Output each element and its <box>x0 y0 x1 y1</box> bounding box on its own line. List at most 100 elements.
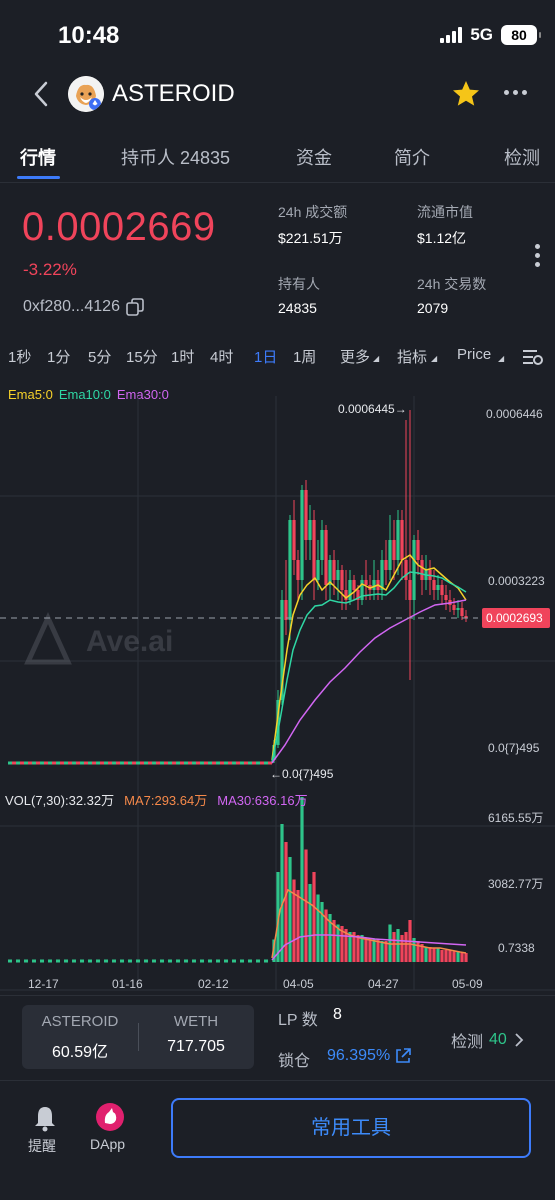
volume-legend: VOL(7,30):32.32万 MA7:293.64万 MA30:636.16… <box>5 790 308 809</box>
candle-body <box>392 540 396 560</box>
candle-body <box>332 560 336 580</box>
indicator-dropdown[interactable]: 指标 <box>397 346 427 367</box>
tab-holders[interactable]: 持币人 24835 <box>121 144 230 170</box>
volume-bar <box>444 950 448 962</box>
candle-body <box>444 595 448 600</box>
stats-more-icon[interactable] <box>535 244 540 267</box>
volume-bar <box>396 929 400 962</box>
ave-logo-watermark: Ave.ai <box>24 611 173 665</box>
candle-body <box>396 520 400 560</box>
detect-score: 40 <box>489 1031 507 1048</box>
stat-label: 24h 交易数 <box>417 276 487 292</box>
more-options-icon[interactable] <box>504 90 527 95</box>
chart-settings-icon[interactable] <box>522 348 544 366</box>
candle-body <box>380 560 384 590</box>
common-tools-button[interactable]: 常用工具 <box>171 1098 531 1158</box>
bell-icon[interactable] <box>32 1104 58 1132</box>
back-icon[interactable] <box>30 80 54 108</box>
favorite-star-icon[interactable] <box>450 78 482 110</box>
volume-bar <box>292 879 296 962</box>
stat-holders: 持有人 24835 <box>278 274 320 316</box>
candle-body <box>416 540 420 560</box>
volume-bar <box>316 894 320 962</box>
volume-bar <box>436 948 440 962</box>
ma30-label: MA30:636.16万 <box>217 793 308 808</box>
stat-label: 持有人 <box>278 276 320 292</box>
price-dropdown[interactable]: Price <box>457 346 491 363</box>
dapp-icon[interactable] <box>96 1103 124 1131</box>
current-price-tag-text: 0.0002693 <box>486 611 543 625</box>
volume-bar <box>376 939 380 962</box>
chevron-right-icon <box>515 1033 524 1047</box>
interval-1m[interactable]: 1分 <box>47 346 70 367</box>
tab-funds[interactable]: 资金 <box>296 144 332 170</box>
dapp-label[interactable]: DApp <box>90 1136 125 1152</box>
token-a-value: 60.59亿 <box>51 1044 109 1061</box>
price-axis-label: 0.0{7}495 <box>488 741 540 755</box>
lock-label: 锁仓 <box>278 1053 311 1070</box>
candle-body <box>292 520 296 560</box>
detect-link[interactable]: 检测 40 <box>451 1028 525 1052</box>
contract-address[interactable]: 0xf280...4126 <box>23 298 144 316</box>
external-link-icon[interactable] <box>394 1047 412 1065</box>
price-chart[interactable]: Ave.ai 0.0002693 0.0006446 0.0003223 0.0… <box>0 396 555 996</box>
interval-5m[interactable]: 5分 <box>88 346 111 367</box>
volume-bar <box>304 849 308 962</box>
tab-intro[interactable]: 简介 <box>394 144 430 170</box>
x-tick: 02-12 <box>198 977 229 991</box>
candle-body <box>348 580 352 600</box>
candle-body <box>288 520 292 620</box>
status-time: 10:48 <box>58 22 120 49</box>
token-b-value: 717.705 <box>167 1038 225 1055</box>
detect-label: 检测 <box>451 1034 484 1051</box>
volume-bar <box>404 932 408 962</box>
candles-group <box>272 410 468 763</box>
candle-body <box>316 560 320 580</box>
stat-volume: 24h 成交额 $221.51万 <box>278 202 347 248</box>
interval-15m[interactable]: 15分 <box>126 346 158 367</box>
volume-bar <box>312 872 316 962</box>
signal-icon <box>440 27 463 43</box>
volume-bar <box>456 951 460 962</box>
tab-market[interactable]: 行情 <box>20 144 56 170</box>
volume-axis-label: 3082.77万 <box>488 877 543 891</box>
volume-bar <box>452 951 456 962</box>
interval-1w[interactable]: 1周 <box>293 346 316 367</box>
token-a-col: ASTEROID 60.59亿 <box>22 1005 138 1062</box>
lp-label: LP 数 <box>278 1012 318 1029</box>
remind-label[interactable]: 提醒 <box>28 1136 56 1156</box>
stat-market-cap: 流通市值 $1.12亿 <box>417 202 473 248</box>
token-a-name: ASTEROID <box>41 1013 119 1030</box>
lp-value: 8 <box>333 1006 342 1023</box>
interval-4h[interactable]: 4时 <box>210 346 233 367</box>
tab-detect[interactable]: 检测 <box>504 144 540 170</box>
token-avatar <box>68 76 104 112</box>
stat-value: $221.51万 <box>278 230 343 246</box>
copy-icon[interactable] <box>126 298 144 316</box>
candle-body <box>320 530 324 560</box>
candle-body <box>400 520 404 560</box>
more-dropdown[interactable]: 更多 <box>340 346 370 367</box>
x-tick: 01-16 <box>112 977 143 991</box>
volume-bar <box>440 950 444 962</box>
candle-body <box>324 530 328 585</box>
tab-indicator <box>17 176 60 179</box>
ema30-line <box>271 599 467 764</box>
ema10-line <box>271 571 467 763</box>
volume-bar <box>356 935 360 962</box>
shiba-icon <box>68 76 104 112</box>
volume-bar <box>464 953 468 962</box>
stat-value: 24835 <box>278 300 317 316</box>
pool-panel: ASTEROID 60.59亿 WETH 717.705 <box>22 1005 254 1069</box>
candle-body <box>312 520 316 580</box>
candle-body <box>408 580 412 600</box>
candle-body <box>372 580 376 590</box>
candle-body <box>452 605 456 610</box>
interval-1d[interactable]: 1日 <box>254 346 277 367</box>
price-change: -3.22% <box>23 260 77 279</box>
interval-1h[interactable]: 1时 <box>171 346 194 367</box>
volume-bar <box>296 890 300 962</box>
interval-toolbar: 1秒 1分 5分 15分 1时 4时 1日 1周 更多 ◢ 指标 ◢ Price… <box>0 346 555 370</box>
interval-1s[interactable]: 1秒 <box>8 346 31 367</box>
lock-link[interactable]: 96.395% <box>327 1047 412 1065</box>
